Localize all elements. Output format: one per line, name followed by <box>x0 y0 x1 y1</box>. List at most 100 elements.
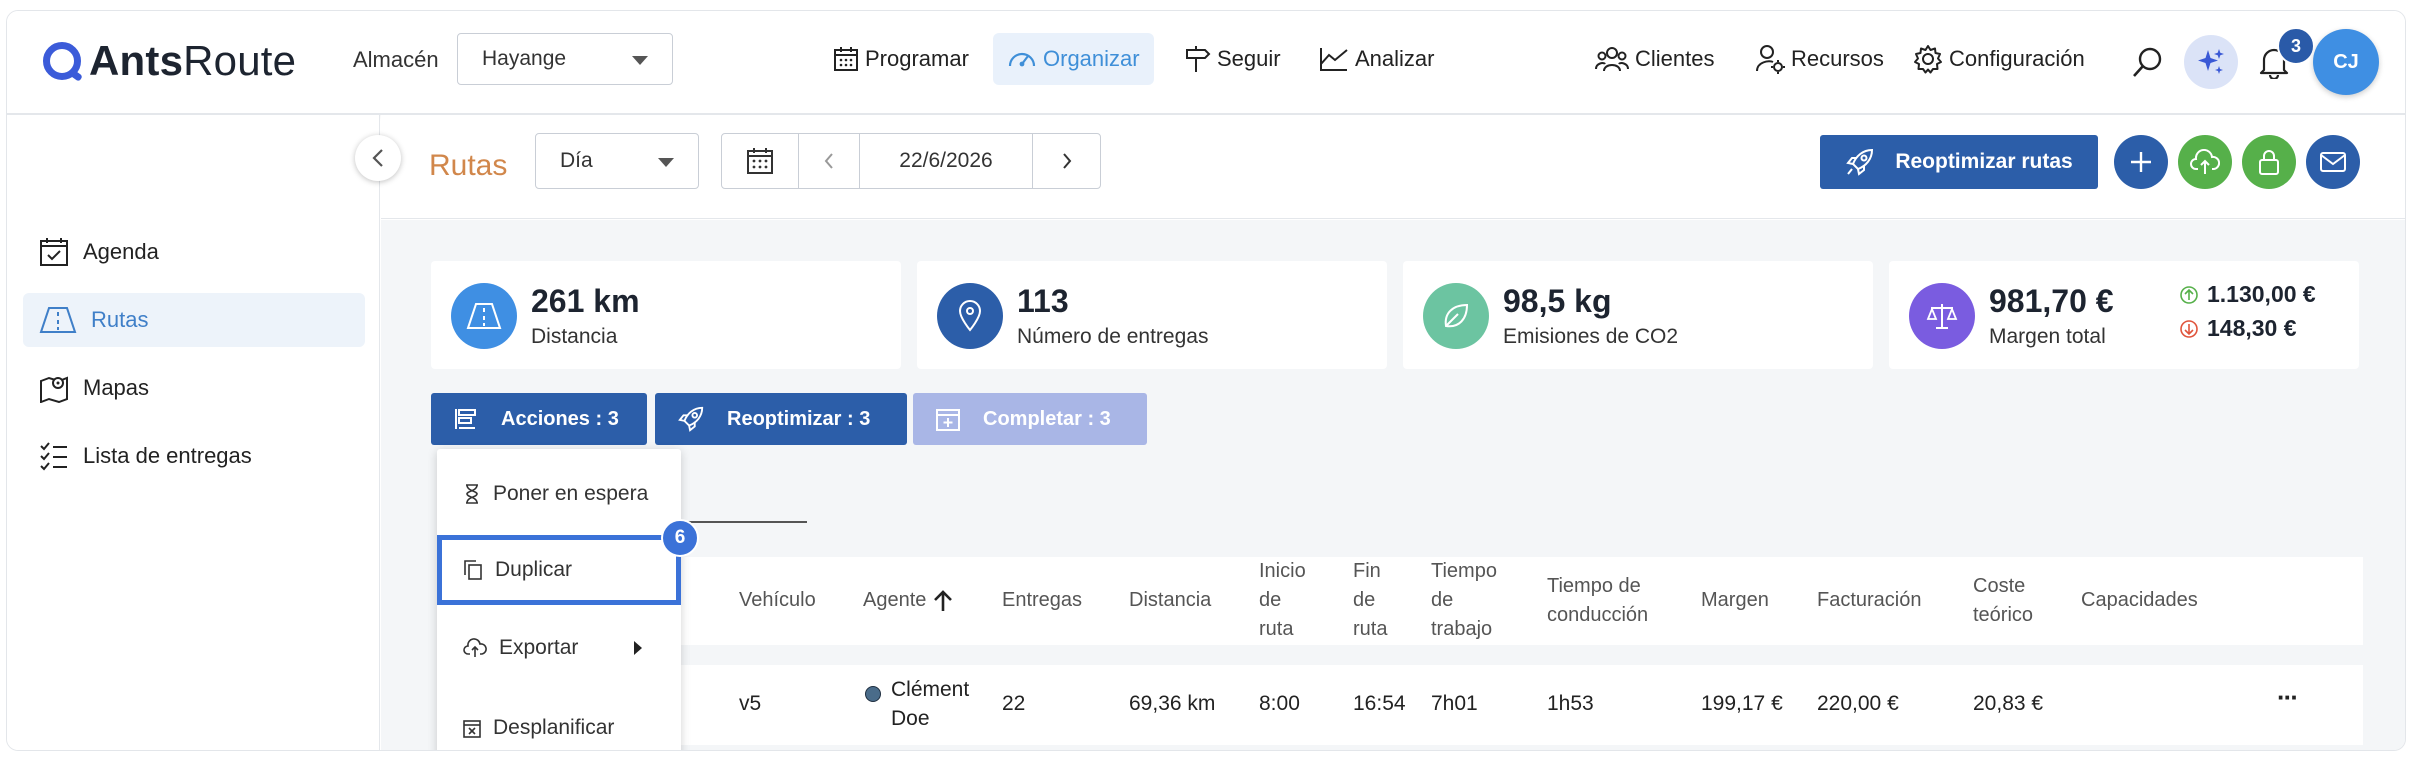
col-coste-teorico[interactable]: Coste teórico <box>1973 572 2033 630</box>
stat-card-co2: 98,5 kg Emisiones de CO2 <box>1403 261 1873 369</box>
page-title: Rutas <box>429 149 508 182</box>
nav-clientes[interactable]: Clientes <box>1581 33 1728 85</box>
search-button[interactable] <box>2123 37 2173 87</box>
reoptimizar-button[interactable]: Reoptimizar : 3 <box>655 393 907 445</box>
brand-light: Route <box>183 37 297 84</box>
col-entregas[interactable]: Entregas <box>1002 586 1082 615</box>
gear-icon <box>1914 45 1942 74</box>
step-number-badge: 6 <box>661 519 699 557</box>
next-day-button[interactable] <box>1033 134 1100 188</box>
col-margen[interactable]: Margen <box>1701 586 1769 615</box>
brand-bold: Ants <box>89 37 184 84</box>
arrow-up-icon <box>934 589 953 611</box>
col-capacidades[interactable]: Capacidades <box>2081 586 2198 615</box>
hourglass-icon <box>466 484 478 504</box>
map-pin-icon <box>40 376 68 403</box>
previous-day-button[interactable] <box>799 134 860 188</box>
chevron-down-icon <box>632 56 648 65</box>
sidebar-item-label: Mapas <box>83 375 150 400</box>
col-tiempo-trabajo-line: de <box>1431 589 1454 611</box>
menu-item-duplicar[interactable]: Duplicar <box>437 535 681 605</box>
nav-analizar[interactable]: Analizar <box>1305 33 1448 85</box>
nav-recursos-label: Recursos <box>1791 46 1884 71</box>
location-pin-icon <box>937 283 1003 349</box>
col-fin-ruta[interactable]: Fin de ruta <box>1353 557 1387 644</box>
calendar-icon <box>747 148 773 174</box>
stat-label: Emisiones de CO2 <box>1503 325 1679 348</box>
menu-item-exportar[interactable]: Exportar <box>437 613 681 683</box>
notification-count-badge: 3 <box>2277 27 2315 65</box>
menu-item-desplanificar[interactable]: Desplanificar <box>437 693 681 750</box>
sidebar-collapse-button[interactable] <box>355 135 401 181</box>
actions-dropdown-menu: Poner en espera Duplicar Exportar Despla… <box>437 449 681 750</box>
arrow-up-circle-icon <box>2180 285 2198 304</box>
col-inicio-ruta[interactable]: Inicio de ruta <box>1259 557 1306 644</box>
upload-button[interactable] <box>2178 135 2232 189</box>
lock-button[interactable] <box>2242 135 2296 189</box>
col-tiempo-trabajo[interactable]: Tiempo de trabajo <box>1431 557 1497 644</box>
menu-item-label: Poner en espera <box>493 482 649 505</box>
calendar-picker-button[interactable] <box>722 134 799 188</box>
col-vehiculo[interactable]: Vehículo <box>739 586 816 615</box>
search-icon <box>2133 47 2162 77</box>
road-icon <box>451 283 517 349</box>
sidebar-item-lista-entregas[interactable]: Lista de entregas <box>23 429 365 483</box>
nav-seguir-label: Seguir <box>1217 46 1281 71</box>
col-tiempo-conduccion-line: Tiempo de <box>1547 575 1641 597</box>
row-more-button[interactable]: ··· <box>2277 683 2299 712</box>
col-tiempo-conduccion-line: conducción <box>1547 604 1649 626</box>
cloud-upload-icon <box>463 638 487 657</box>
acciones-button[interactable]: Acciones : 3 <box>431 393 647 445</box>
cell-margen: 199,17 € <box>1701 692 1783 715</box>
col-tiempo-conduccion[interactable]: Tiempo de conducción <box>1547 572 1648 630</box>
ai-assistant-button[interactable] <box>2184 35 2238 89</box>
sidebar-item-rutas[interactable]: Rutas <box>23 293 365 347</box>
arrow-down-circle-icon <box>2180 319 2198 338</box>
almacen-select[interactable]: Hayange <box>457 33 673 85</box>
nav-configuracion-label: Configuración <box>1949 46 2085 71</box>
cell-tiempo-trabajo: 7h01 <box>1431 692 1478 715</box>
cell-agente[interactable]: Clément Doe <box>863 675 969 733</box>
completar-button[interactable]: Completar : 3 <box>913 393 1147 445</box>
logo[interactable]: AntsRoute <box>43 37 296 85</box>
nav-configuracion[interactable]: Configuración <box>1899 33 2099 85</box>
sidebar-item-mapas[interactable]: Mapas <box>23 361 365 415</box>
user-cog-icon <box>1756 45 1785 74</box>
plus-icon <box>2131 152 2151 172</box>
col-tiempo-trabajo-line: trabajo <box>1431 618 1493 640</box>
almacen-label: Almacén <box>353 47 439 72</box>
col-distancia[interactable]: Distancia <box>1129 586 1211 615</box>
cell-facturacion: 220,00 € <box>1817 692 1899 715</box>
menu-item-poner-en-espera[interactable]: Poner en espera <box>437 459 681 529</box>
current-date[interactable]: 22/6/2026 <box>860 134 1033 188</box>
stat-card-deliveries: 113 Número de entregas <box>917 261 1387 369</box>
col-agente[interactable]: Agente <box>863 586 954 615</box>
completar-label: Completar : 3 <box>983 407 1111 430</box>
nav-recursos[interactable]: Recursos <box>1741 33 1898 85</box>
stat-value: 113 <box>1017 283 1069 319</box>
col-facturacion[interactable]: Facturación <box>1817 586 1922 615</box>
col-fin-line: de <box>1353 589 1376 611</box>
nav-seguir[interactable]: Seguir <box>1169 33 1295 85</box>
cell-coste: 20,83 € <box>1973 692 2044 715</box>
signpost-icon <box>1186 46 1211 72</box>
email-button[interactable] <box>2306 135 2360 189</box>
nav-organizar-label: Organizar <box>1043 46 1140 71</box>
mail-icon <box>2320 152 2346 172</box>
user-avatar[interactable]: CJ <box>2313 29 2379 95</box>
chevron-left-icon <box>824 153 833 169</box>
stat-value: 981,70 € <box>1989 283 2114 319</box>
nav-organizar[interactable]: Organizar <box>993 33 1154 85</box>
nav-programar[interactable]: Programar <box>819 33 983 85</box>
add-route-button[interactable] <box>2114 135 2168 189</box>
sidebar-item-agenda[interactable]: Agenda <box>23 225 365 279</box>
reoptimize-routes-button[interactable]: Reoptimizar rutas <box>1820 135 2098 189</box>
copy-icon <box>464 560 482 580</box>
gauge-icon <box>1008 52 1036 67</box>
stat-label: Número de entregas <box>1017 325 1209 348</box>
cell-fin: 16:54 <box>1353 692 1406 715</box>
col-fin-line: Fin <box>1353 560 1381 582</box>
cell-vehiculo: v5 <box>739 692 762 715</box>
period-select[interactable]: Día <box>535 133 699 189</box>
cell-distancia: 69,36 km <box>1129 692 1216 715</box>
